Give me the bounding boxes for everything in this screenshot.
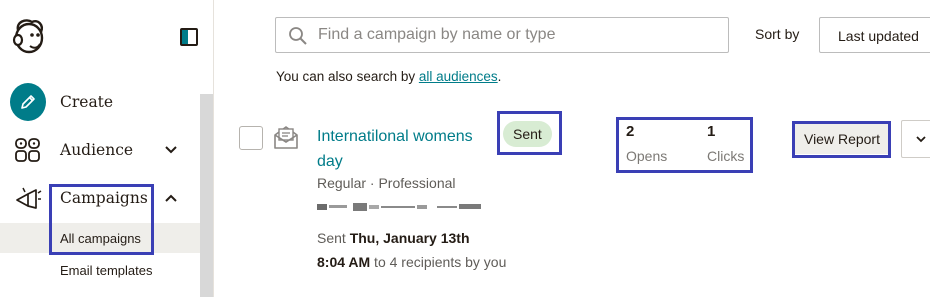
sidebar-item-label: Email templates <box>60 262 153 278</box>
opens-label: Opens <box>626 148 668 164</box>
sent-suffix: to 4 recipients by you <box>370 254 507 270</box>
chevron-up-icon <box>165 194 177 202</box>
sent-time: 8:04 AM <box>317 254 371 270</box>
status-badge: Sent <box>503 121 552 147</box>
sidebar-item-email-templates[interactable]: Email templates <box>0 255 200 285</box>
search-input[interactable] <box>318 18 718 52</box>
campaigns-megaphone-icon <box>10 180 46 216</box>
sent-prefix: Sent <box>317 230 350 246</box>
collapse-sidebar-button[interactable] <box>180 28 198 46</box>
search-hint-prefix: You can also search by <box>276 69 419 84</box>
sent-info: Sent Thu, January 13th 8:04 AM to 4 reci… <box>317 226 507 274</box>
sidebar: Create Audience Campaigns All campaigns … <box>0 0 214 297</box>
audience-icon <box>10 132 46 168</box>
chevron-down-icon <box>165 146 177 154</box>
sidebar-scrollbar[interactable] <box>200 94 213 297</box>
search-hint: You can also search by all audiences. <box>276 69 501 84</box>
email-campaign-icon <box>274 126 298 149</box>
nav-label-audience: Audience <box>60 141 134 159</box>
sort-select[interactable]: Last updated <box>819 17 930 53</box>
campaign-select-checkbox[interactable] <box>239 126 263 150</box>
campaign-type: Regular · Professional <box>317 175 456 191</box>
campaign-title-link[interactable]: Internatilonal womens day <box>317 124 497 174</box>
nav-item-campaigns[interactable]: Campaigns <box>0 176 200 220</box>
opens-count: 2 <box>626 123 635 140</box>
sidebar-item-label: All campaigns <box>60 230 141 246</box>
chevron-down-icon <box>916 136 926 143</box>
search-icon <box>289 27 307 45</box>
sort-label: Sort by <box>755 26 800 42</box>
sidebar-item-all-campaigns[interactable]: All campaigns <box>0 223 200 253</box>
sort-select-value: Last updated <box>838 28 919 44</box>
stat-opens: 2 Opens <box>626 123 667 164</box>
stat-clicks: 1 Clicks <box>707 123 744 164</box>
mailchimp-logo-icon[interactable] <box>8 16 48 56</box>
campaign-search <box>275 17 729 53</box>
campaign-actions-dropdown-button[interactable] <box>901 120 930 158</box>
sent-date: Thu, January 13th <box>349 230 470 246</box>
nav-label-campaigns: Campaigns <box>60 189 148 207</box>
all-audiences-link[interactable]: all audiences <box>419 69 498 84</box>
redacted-audience-name <box>317 203 481 211</box>
clicks-label: Clicks <box>707 148 745 164</box>
nav-item-create[interactable]: Create <box>0 80 200 124</box>
nav-item-audience[interactable]: Audience <box>0 128 200 172</box>
nav-label-create: Create <box>60 93 114 111</box>
create-icon <box>10 83 46 121</box>
view-report-button[interactable]: View Report <box>795 124 889 154</box>
clicks-count: 1 <box>707 123 716 140</box>
search-hint-suffix: . <box>497 69 502 84</box>
